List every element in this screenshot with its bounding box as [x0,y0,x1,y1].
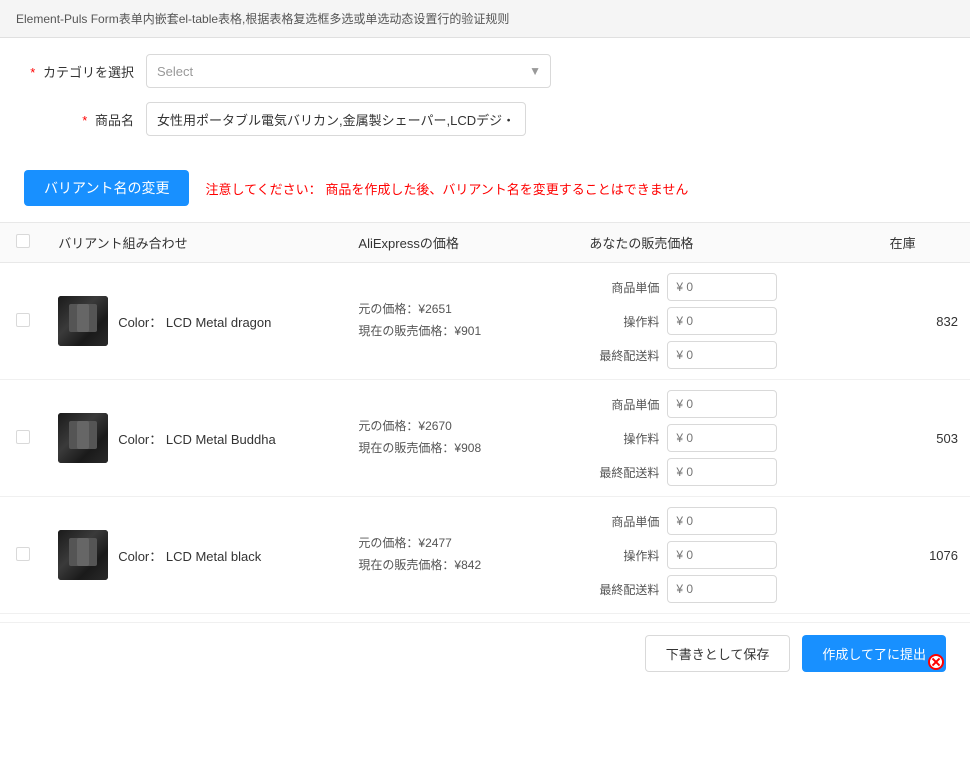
row-checkbox-3[interactable] [16,547,30,561]
variant-table: バリアント組み合わせ AliExpressの価格 あなたの販売価格 在庫 Col… [0,222,970,614]
shipping-label: 最終配送料 [589,347,659,364]
price-fields-3: 商品単価 操作料 最終配送料 [589,507,865,603]
unit-price-label: 商品単価 [589,396,659,413]
fee-row: 操作料 [589,424,865,452]
unit-price-row: 商品単価 [589,273,865,301]
shipping-label: 最終配送料 [589,581,659,598]
product-image-1 [58,296,108,346]
unit-price-input-1[interactable] [667,273,777,301]
row-selling-cell: 商品単価 操作料 最終配送料 [577,263,877,380]
table-row: Color： LCD Metal Buddha 元の価格：¥2670 現在の販売… [0,380,970,497]
fee-input-2[interactable] [667,424,777,452]
product-name-label: * 商品名 [24,110,134,129]
product-info: Color： LCD Metal Buddha [58,413,334,463]
row-checkbox-1[interactable] [16,313,30,327]
footer-bar: 下書きとして保存 作成して了に提出 [0,622,970,684]
row-aliexpress-cell: 元の価格：¥2670 現在の販売価格：¥908 [346,380,577,497]
current-price-label: 現在の販売価格：¥901 [358,321,565,343]
no-entry-icon [928,654,944,670]
submit-button[interactable]: 作成して了に提出 [802,635,946,672]
category-label: * カテゴリを選択 [24,62,134,81]
required-star-2: * [82,113,87,128]
header-aliexpress-price: AliExpressの価格 [346,223,577,263]
aliexpress-price-2: 元の価格：¥2670 現在の販売価格：¥908 [358,416,565,459]
row-selling-cell: 商品単価 操作料 最終配送料 [577,380,877,497]
product-image-3 [58,530,108,580]
fee-label: 操作料 [589,547,659,564]
row-stock-cell: 503 [878,380,970,497]
row-aliexpress-cell: 元の価格：¥2477 現在の販売価格：¥842 [346,497,577,614]
table-row: Color： LCD Metal dragon 元の価格：¥2651 現在の販売… [0,263,970,380]
header-checkbox[interactable] [16,234,30,248]
product-name-row: * 商品名 [24,102,946,136]
shipping-label: 最終配送料 [589,464,659,481]
product-info: Color： LCD Metal dragon [58,296,334,346]
stock-count-2: 503 [890,431,958,446]
category-select[interactable]: Select [146,54,551,88]
unit-price-input-2[interactable] [667,390,777,418]
fee-label: 操作料 [589,313,659,330]
unit-price-input-3[interactable] [667,507,777,535]
unit-price-row: 商品単価 [589,507,865,535]
product-info: Color： LCD Metal black [58,530,334,580]
shipping-row: 最終配送料 [589,458,865,486]
change-variant-button[interactable]: バリアント名の変更 [24,170,189,206]
row-variant-cell: Color： LCD Metal Buddha [46,380,346,497]
variant-name-3: Color： LCD Metal black [118,546,261,565]
shipping-input-1[interactable] [667,341,777,369]
row-checkbox-2[interactable] [16,430,30,444]
shipping-row: 最終配送料 [589,341,865,369]
header-checkbox-col [0,223,46,263]
shipping-input-2[interactable] [667,458,777,486]
fee-input-1[interactable] [667,307,777,335]
aliexpress-price-3: 元の価格：¥2477 現在の販売価格：¥842 [358,533,565,576]
fee-row: 操作料 [589,307,865,335]
category-row: * カテゴリを選択 Select ▼ [24,54,946,88]
header-stock: 在庫 [878,223,970,263]
variant-name-1: Color： LCD Metal dragon [118,312,271,331]
warning-message: 注意してください： 商品を作成した後、バリアント名を変更することはできません [205,179,688,198]
stock-count-3: 1076 [890,548,958,563]
row-stock-cell: 832 [878,263,970,380]
current-price-label: 現在の販売価格：¥908 [358,438,565,460]
current-price-label: 現在の販売価格：¥842 [358,555,565,577]
shipping-input-3[interactable] [667,575,777,603]
price-fields-1: 商品単価 操作料 最終配送料 [589,273,865,369]
product-image-2 [58,413,108,463]
original-price-label: 元の価格：¥2670 [358,416,565,438]
row-checkbox-cell [0,380,46,497]
save-draft-button[interactable]: 下書きとして保存 [645,635,791,672]
row-aliexpress-cell: 元の価格：¥2651 現在の販売価格：¥901 [346,263,577,380]
row-variant-cell: Color： LCD Metal black [46,497,346,614]
header-selling-price: あなたの販売価格 [577,223,877,263]
original-price-label: 元の価格：¥2477 [358,533,565,555]
fee-input-3[interactable] [667,541,777,569]
variant-name-2: Color： LCD Metal Buddha [118,429,276,448]
price-fields-2: 商品単価 操作料 最終配送料 [589,390,865,486]
unit-price-label: 商品単価 [589,513,659,530]
aliexpress-price-1: 元の価格：¥2651 現在の販売価格：¥901 [358,299,565,342]
fee-label: 操作料 [589,430,659,447]
required-star: * [30,65,35,80]
row-stock-cell: 1076 [878,497,970,614]
original-price-label: 元の価格：¥2651 [358,299,565,321]
unit-price-label: 商品単価 [589,279,659,296]
unit-price-row: 商品単価 [589,390,865,418]
category-select-wrapper: Select ▼ [146,54,551,88]
variant-name-row: バリアント名の変更 注意してください： 商品を作成した後、バリアント名を変更する… [0,158,970,218]
stock-count-1: 832 [890,314,958,329]
shipping-row: 最終配送料 [589,575,865,603]
page-title: Element-Puls Form表单内嵌套el-table表格,根据表格复选框… [0,0,970,38]
fee-row: 操作料 [589,541,865,569]
table-header-row: バリアント組み合わせ AliExpressの価格 あなたの販売価格 在庫 [0,223,970,263]
table-row: Color： LCD Metal black 元の価格：¥2477 現在の販売価… [0,497,970,614]
row-selling-cell: 商品単価 操作料 最終配送料 [577,497,877,614]
row-variant-cell: Color： LCD Metal dragon [46,263,346,380]
product-name-input[interactable] [146,102,526,136]
header-variant: バリアント組み合わせ [46,223,346,263]
row-checkbox-cell [0,497,46,614]
row-checkbox-cell [0,263,46,380]
